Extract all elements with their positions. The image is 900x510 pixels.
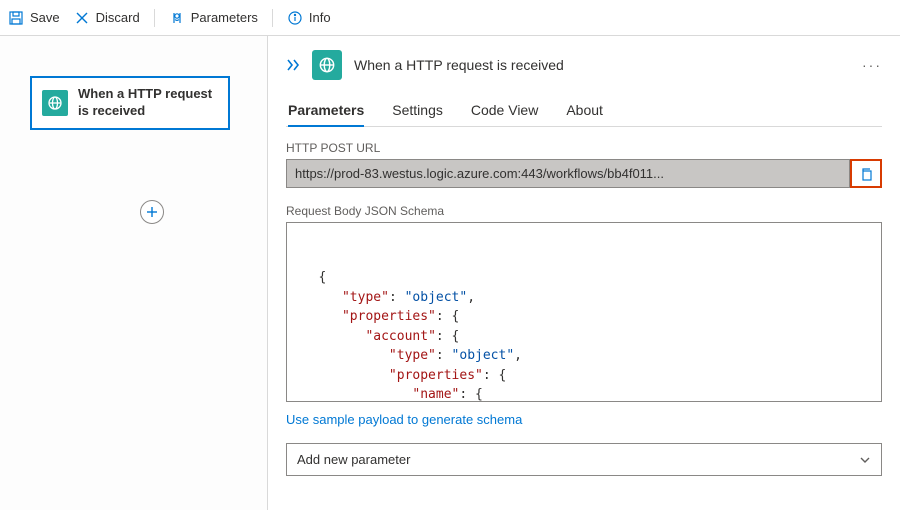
details-panel: When a HTTP request is received ··· Para… xyxy=(268,36,900,510)
parameters-button[interactable]: Parameters xyxy=(169,10,258,26)
url-label: HTTP POST URL xyxy=(286,141,882,155)
panel-tabs: Parameters Settings Code View About xyxy=(286,96,882,127)
trigger-card[interactable]: When a HTTP request is received xyxy=(30,76,230,130)
panel-title: When a HTTP request is received xyxy=(354,57,564,73)
discard-icon xyxy=(74,10,90,26)
toolbar: Save Discard Parameters Info xyxy=(0,0,900,36)
tab-code-view[interactable]: Code View xyxy=(471,96,538,126)
url-row: https://prod-83.westus.logic.azure.com:4… xyxy=(286,159,882,188)
tab-settings[interactable]: Settings xyxy=(392,96,443,126)
discard-label: Discard xyxy=(96,10,140,25)
tab-parameters[interactable]: Parameters xyxy=(288,96,364,126)
http-trigger-icon xyxy=(312,50,342,80)
save-button[interactable]: Save xyxy=(8,10,60,26)
parameters-label: Parameters xyxy=(191,10,258,25)
info-button[interactable]: Info xyxy=(287,10,331,26)
trigger-card-title: When a HTTP request is received xyxy=(78,86,218,120)
collapse-icon[interactable] xyxy=(286,59,300,71)
url-input[interactable]: https://prod-83.westus.logic.azure.com:4… xyxy=(286,159,850,188)
more-menu-button[interactable]: ··· xyxy=(862,57,882,73)
info-label: Info xyxy=(309,10,331,25)
tab-about[interactable]: About xyxy=(566,96,603,126)
main-layout: When a HTTP request is received When a H… xyxy=(0,36,900,510)
parameters-icon xyxy=(169,10,185,26)
schema-label: Request Body JSON Schema xyxy=(286,204,882,218)
schema-editor[interactable]: { "type": "object", "properties": { "acc… xyxy=(286,222,882,402)
save-icon xyxy=(8,10,24,26)
toolbar-separator xyxy=(154,9,155,27)
toolbar-separator xyxy=(272,9,273,27)
designer-canvas: When a HTTP request is received xyxy=(0,36,268,510)
add-parameter-dropdown[interactable]: Add new parameter xyxy=(286,443,882,476)
sample-payload-link[interactable]: Use sample payload to generate schema xyxy=(286,412,522,427)
save-label: Save xyxy=(30,10,60,25)
chevron-down-icon xyxy=(859,454,871,466)
discard-button[interactable]: Discard xyxy=(74,10,140,26)
add-step-button[interactable] xyxy=(140,200,164,224)
info-icon xyxy=(287,10,303,26)
http-trigger-icon xyxy=(42,90,68,116)
copy-url-button[interactable] xyxy=(850,159,882,188)
panel-header: When a HTTP request is received ··· xyxy=(286,50,882,80)
add-parameter-label: Add new parameter xyxy=(297,452,410,467)
